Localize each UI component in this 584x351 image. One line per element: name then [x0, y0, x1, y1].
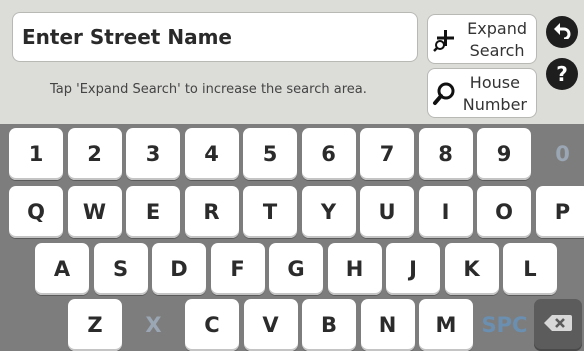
key-a[interactable]: A: [35, 243, 89, 295]
street-name-label: Enter Street Name: [22, 25, 232, 49]
house-number-button[interactable]: House Number: [427, 68, 537, 118]
expand-search-button[interactable]: Expand Search: [427, 14, 537, 64]
key-u[interactable]: U: [360, 186, 414, 238]
key-t[interactable]: T: [243, 186, 297, 238]
expand-label-line2: Search: [469, 41, 525, 60]
key-p[interactable]: P: [535, 186, 584, 238]
backspace-icon: [543, 313, 573, 338]
house-label-line2: Number: [462, 95, 527, 114]
key-y[interactable]: Y: [301, 186, 356, 238]
expand-label-line1: Expand: [467, 19, 527, 38]
key-1[interactable]: 1: [9, 128, 63, 180]
key-d[interactable]: D: [152, 243, 206, 295]
key-3[interactable]: 3: [126, 128, 180, 180]
key-5[interactable]: 5: [243, 128, 297, 180]
key-m[interactable]: M: [419, 299, 473, 351]
key-k[interactable]: K: [444, 243, 499, 295]
key-0: 0: [555, 142, 570, 166]
key-j[interactable]: J: [386, 243, 440, 295]
space-key: SPC: [481, 313, 528, 337]
key-i[interactable]: I: [418, 186, 473, 238]
delete-key[interactable]: [534, 299, 582, 351]
house-label-line1: House: [469, 73, 520, 92]
key-q[interactable]: Q: [9, 186, 63, 238]
key-4[interactable]: 4: [184, 128, 239, 180]
key-r[interactable]: R: [184, 186, 239, 238]
expand-search-icon: [432, 27, 458, 53]
back-arrow-icon: [552, 20, 572, 44]
magnifier-icon: [432, 81, 458, 107]
key-7[interactable]: 7: [360, 128, 414, 180]
street-name-field[interactable]: Enter Street Name: [12, 12, 418, 62]
key-9[interactable]: 9: [477, 128, 531, 180]
key-v[interactable]: V: [243, 299, 298, 351]
key-s[interactable]: S: [93, 243, 148, 295]
key-g[interactable]: G: [269, 243, 323, 295]
help-button[interactable]: ?: [546, 58, 578, 90]
keyboard: 1 2 3 4 5 6 7 8 9 0 Q W E R T Y U I O P A S D F G H J K L Z X C V B N M SPC: [0, 124, 584, 351]
key-f[interactable]: F: [210, 243, 265, 295]
key-h[interactable]: H: [327, 243, 382, 295]
key-b[interactable]: B: [302, 299, 356, 351]
key-o[interactable]: O: [477, 186, 531, 238]
key-n[interactable]: N: [360, 299, 415, 351]
key-l[interactable]: L: [503, 243, 557, 295]
key-e[interactable]: E: [126, 186, 180, 238]
key-c[interactable]: C: [185, 299, 239, 351]
key-6[interactable]: 6: [301, 128, 356, 180]
search-hint: Tap 'Expand Search' to increase the sear…: [50, 82, 367, 97]
key-2[interactable]: 2: [67, 128, 122, 180]
key-8[interactable]: 8: [418, 128, 473, 180]
search-header: Enter Street Name Tap 'Expand Search' to…: [0, 0, 584, 124]
back-button[interactable]: [546, 16, 578, 48]
key-z[interactable]: Z: [68, 299, 122, 351]
key-x: X: [145, 313, 162, 337]
help-icon: ?: [556, 62, 568, 86]
key-w[interactable]: W: [67, 186, 122, 238]
